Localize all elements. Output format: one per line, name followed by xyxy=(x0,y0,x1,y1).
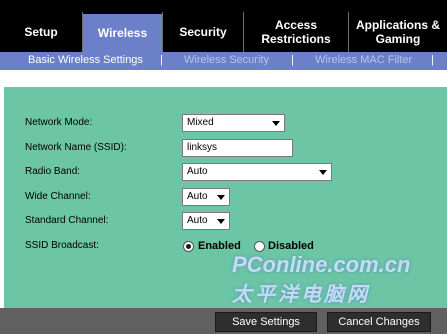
ssid-broadcast-disabled-radio[interactable] xyxy=(254,241,265,252)
tab-access-restrictions[interactable]: Access Restrictions xyxy=(244,12,348,52)
standard-channel-label: Standard Channel: xyxy=(25,215,109,226)
tab-applications-gaming[interactable]: Applications & Gaming xyxy=(349,12,447,52)
wide-channel-label: Wide Channel: xyxy=(25,191,91,202)
ssid-broadcast-label: SSID Broadcast: xyxy=(25,240,99,251)
ssid-broadcast-enabled-label[interactable]: Enabled xyxy=(198,240,241,252)
subtab-basic-wireless-settings[interactable]: Basic Wireless Settings xyxy=(28,54,143,66)
chevron-down-icon xyxy=(315,164,331,180)
sub-nav: Basic Wireless Settings | Wireless Secur… xyxy=(0,52,447,70)
subnav-separator: | xyxy=(160,54,163,66)
cancel-changes-button[interactable]: Cancel Changes xyxy=(327,312,431,332)
save-settings-button[interactable]: Save Settings xyxy=(215,312,317,332)
chevron-down-icon xyxy=(213,213,229,229)
watermark-logo: PConline.com.cn xyxy=(232,252,411,277)
subnav-separator: | xyxy=(291,54,294,66)
network-mode-label: Network Mode: xyxy=(25,117,93,128)
main-nav: Setup Wireless Security Access Restricti… xyxy=(0,0,447,52)
chevron-down-icon xyxy=(268,115,284,131)
tab-setup[interactable]: Setup xyxy=(0,12,82,52)
radio-band-value: Auto xyxy=(187,166,208,177)
wide-channel-value: Auto xyxy=(187,191,208,202)
wide-channel-select[interactable]: Auto xyxy=(182,188,230,206)
chevron-down-icon xyxy=(213,189,229,205)
ssid-broadcast-enabled-radio[interactable] xyxy=(183,241,194,252)
ssid-input[interactable]: linksys xyxy=(182,139,293,157)
watermark-subtitle: 太平洋电脑网 xyxy=(232,284,370,306)
subnav-separator: | xyxy=(431,54,434,66)
tab-wireless[interactable]: Wireless xyxy=(83,14,162,52)
network-mode-select[interactable]: Mixed xyxy=(182,114,285,132)
standard-channel-value: Auto xyxy=(187,215,208,226)
radio-band-select[interactable]: Auto xyxy=(182,163,332,181)
standard-channel-select[interactable]: Auto xyxy=(182,212,230,230)
subtab-wireless-security[interactable]: Wireless Security xyxy=(184,54,269,66)
ssid-label: Network Name (SSID): xyxy=(25,142,127,153)
action-bar: Save Settings Cancel Changes xyxy=(0,308,447,334)
ssid-broadcast-disabled-label[interactable]: Disabled xyxy=(268,240,314,252)
radio-band-label: Radio Band: xyxy=(25,166,81,177)
subtab-wireless-mac-filter[interactable]: Wireless MAC Filter xyxy=(315,54,412,66)
network-mode-value: Mixed xyxy=(187,117,214,128)
tab-security[interactable]: Security xyxy=(163,12,243,52)
ssid-value: linksys xyxy=(187,142,218,153)
